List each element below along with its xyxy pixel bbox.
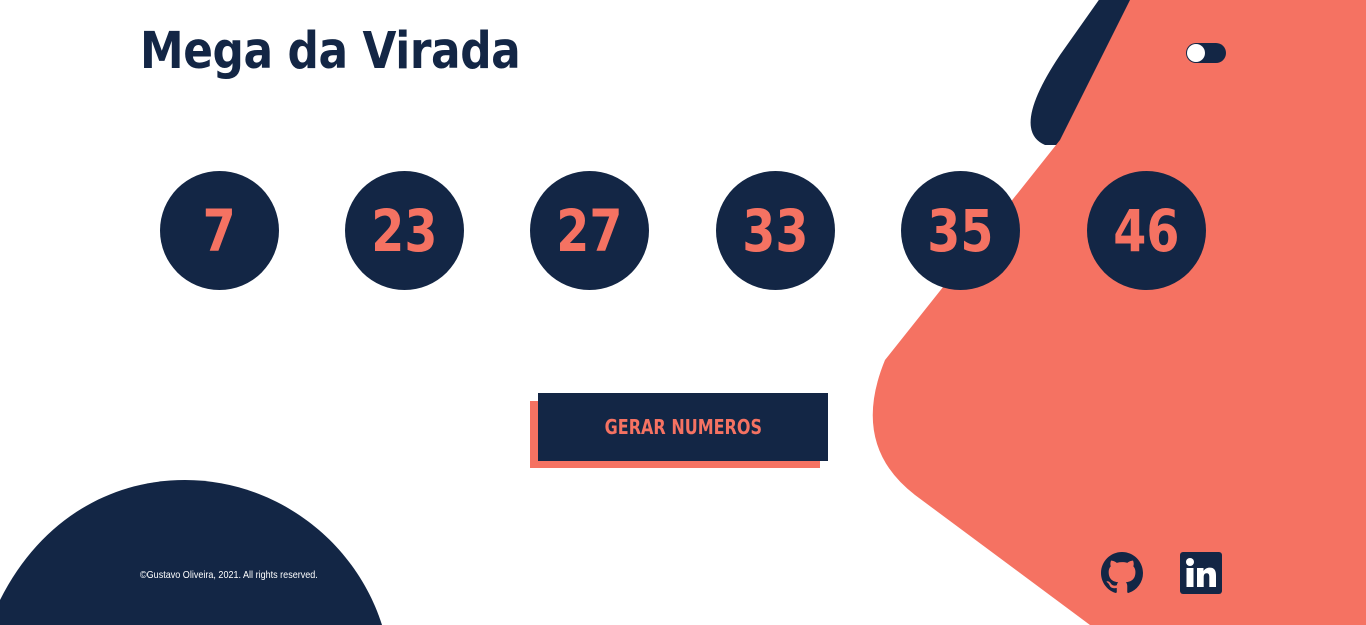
- number-value: 7: [202, 196, 237, 265]
- generate-button-label: GERAR NUMEROS: [604, 415, 762, 439]
- copyright-text: ©Gustavo Oliveira, 2021. All rights rese…: [140, 569, 318, 581]
- page-title: Mega da Virada: [140, 22, 521, 81]
- number-value: 33: [742, 196, 809, 265]
- generate-numbers-button[interactable]: GERAR NUMEROS: [538, 393, 828, 461]
- number-ball: 27: [530, 171, 649, 290]
- number-ball: 33: [716, 171, 835, 290]
- linkedin-link[interactable]: [1180, 552, 1222, 594]
- number-value: 35: [927, 196, 994, 265]
- numbers-row: 7 23 27 33 35 46: [160, 171, 1210, 291]
- github-link[interactable]: [1101, 552, 1143, 594]
- toggle-knob: [1187, 44, 1205, 62]
- app-root: Mega da Virada 7 23 27 33 35 46 GERAR NU…: [0, 0, 1366, 625]
- number-value: 46: [1113, 196, 1180, 265]
- number-value: 23: [371, 196, 438, 265]
- github-icon: [1101, 552, 1143, 593]
- coral-diamond-shape: [872, 0, 1366, 625]
- number-value: 27: [556, 196, 623, 265]
- number-ball: 46: [1087, 171, 1206, 290]
- number-ball: 7: [160, 171, 279, 290]
- number-ball: 23: [345, 171, 464, 290]
- navy-semicircle-shape: [0, 480, 382, 625]
- theme-toggle[interactable]: [1186, 43, 1226, 63]
- background-shapes: [0, 0, 1366, 625]
- number-ball: 35: [901, 171, 1020, 290]
- linkedin-icon: [1180, 552, 1222, 594]
